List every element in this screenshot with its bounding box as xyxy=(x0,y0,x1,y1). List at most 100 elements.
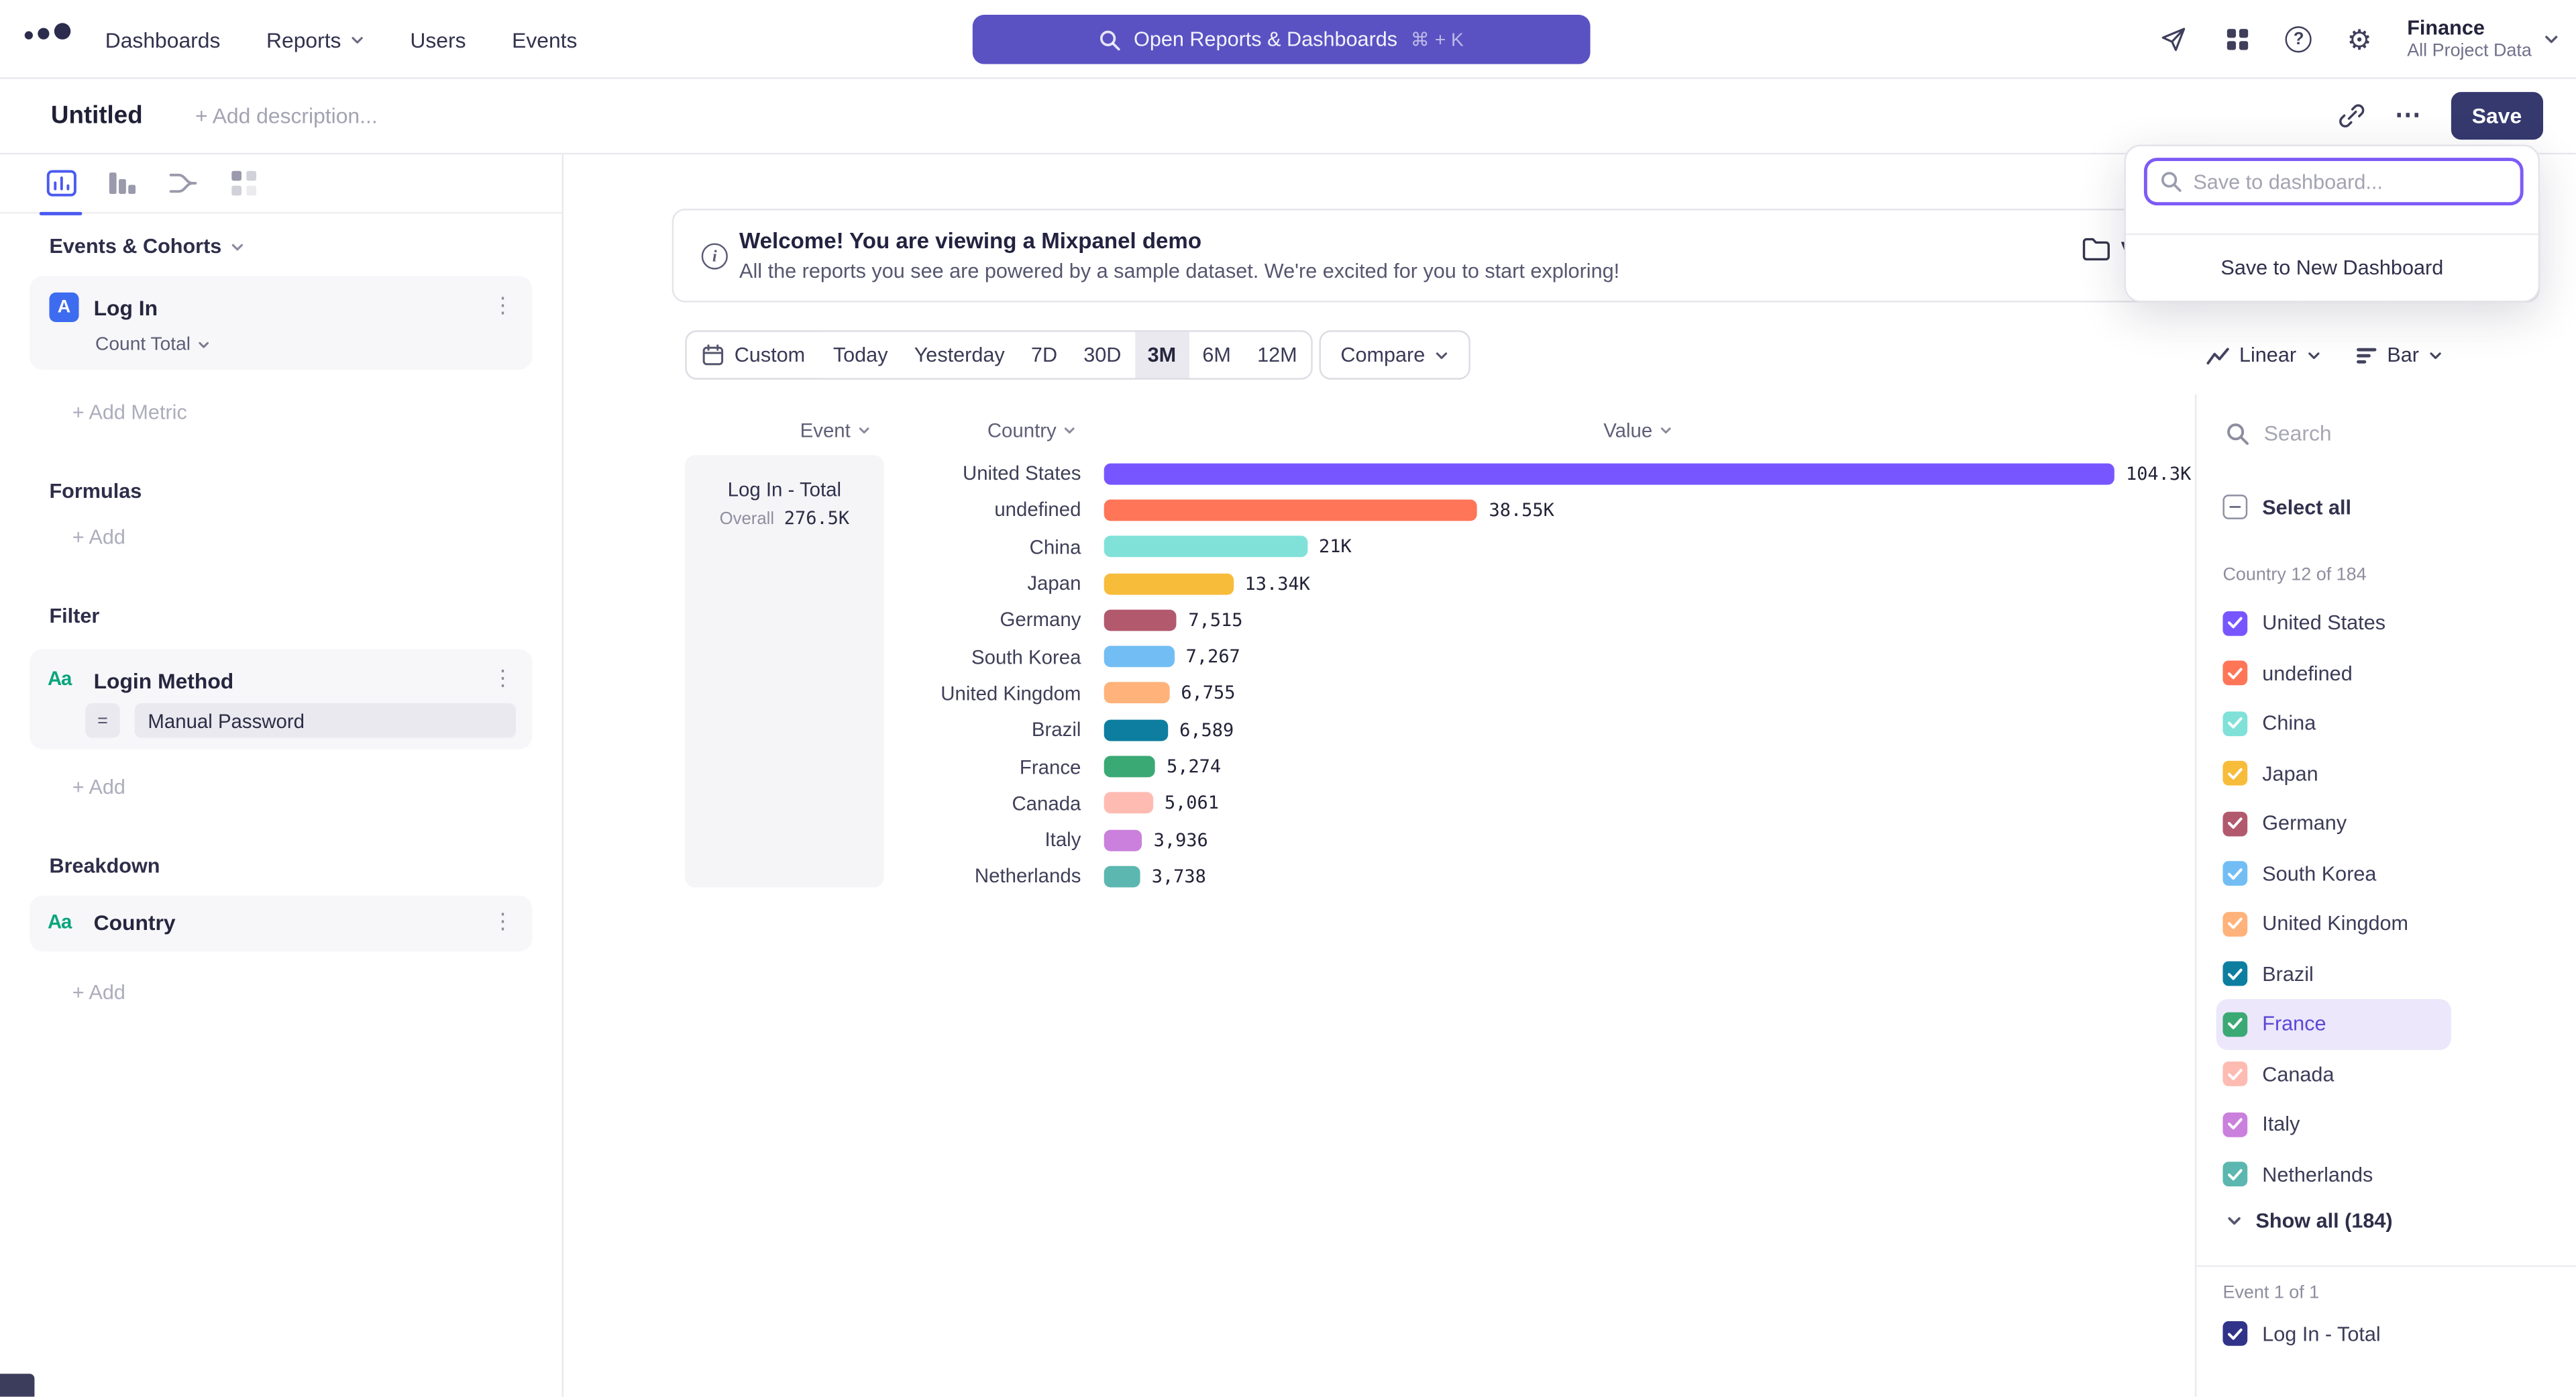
checkbox[interactable] xyxy=(2222,1162,2247,1187)
add-description-field[interactable]: + Add description... xyxy=(195,103,378,128)
report-title[interactable]: Untitled xyxy=(51,102,143,130)
project-selector[interactable]: Finance All Project Data xyxy=(2407,16,2559,62)
checkbox[interactable] xyxy=(2222,1112,2247,1137)
legend-item-united-states[interactable]: United States xyxy=(2196,598,2576,648)
legend-item-log-in-total[interactable]: Log In - Total xyxy=(2222,1321,2380,1346)
legend-item-netherlands[interactable]: Netherlands xyxy=(2196,1149,2576,1200)
legend-item-undefined[interactable]: undefined xyxy=(2196,648,2576,698)
save-button[interactable]: Save xyxy=(2451,92,2543,140)
range-yesterday[interactable]: Yesterday xyxy=(901,332,1018,378)
mixpanel-logo-icon[interactable] xyxy=(25,23,71,39)
bar[interactable] xyxy=(1104,536,1307,558)
kebab-menu-icon[interactable]: ⋮ xyxy=(488,907,517,937)
range-12m[interactable]: 12M xyxy=(1244,332,1310,378)
legend-item-france[interactable]: France xyxy=(2216,999,2451,1049)
bar[interactable] xyxy=(1104,573,1234,594)
more-options-icon[interactable]: ⋯ xyxy=(2395,103,2421,129)
legend-item-south-korea[interactable]: South Korea xyxy=(2196,849,2576,899)
nav-item-dashboards[interactable]: Dashboards xyxy=(105,27,221,52)
apps-grid-icon[interactable] xyxy=(2221,23,2254,56)
checkbox[interactable] xyxy=(2222,711,2247,736)
nav-item-users[interactable]: Users xyxy=(410,27,466,52)
info-icon: i xyxy=(702,243,728,269)
kebab-menu-icon[interactable]: ⋮ xyxy=(488,291,517,320)
tab-funnels[interactable] xyxy=(105,167,138,200)
checkbox[interactable] xyxy=(2222,1062,2247,1087)
legend-search-input[interactable]: Search xyxy=(2226,421,2331,446)
events-section-label[interactable]: Events & Cohorts xyxy=(49,235,244,258)
checkbox[interactable] xyxy=(2222,1321,2247,1346)
folder-icon xyxy=(2082,237,2111,262)
show-all-button[interactable]: Show all (184) xyxy=(2226,1209,2392,1232)
checkbox[interactable] xyxy=(2222,761,2247,786)
legend-item-united-kingdom[interactable]: United Kingdom xyxy=(2196,899,2576,949)
compare-button[interactable]: Compare xyxy=(1320,330,1471,379)
add-filter-button[interactable]: + Add xyxy=(72,776,125,798)
open-reports-search[interactable]: Open Reports & Dashboards ⌘ + K xyxy=(973,15,1591,64)
add-formula-button[interactable]: + Add xyxy=(72,526,125,549)
filter-value[interactable]: Manual Password xyxy=(135,703,516,737)
range-6m[interactable]: 6M xyxy=(1189,332,1244,378)
scale-selector[interactable]: Linear xyxy=(2206,330,2321,379)
checkbox[interactable] xyxy=(2222,661,2247,686)
add-metric-button[interactable]: + Add Metric xyxy=(72,401,187,424)
bar[interactable] xyxy=(1104,646,1175,668)
event-column-header[interactable]: Event xyxy=(800,419,871,442)
add-breakdown-button[interactable]: + Add xyxy=(72,981,125,1004)
copy-link-icon[interactable] xyxy=(2337,102,2365,130)
gear-icon[interactable]: ⚙ xyxy=(2343,23,2376,56)
select-all-row[interactable]: Select all xyxy=(2222,495,2351,519)
checkbox[interactable] xyxy=(2222,862,2247,886)
range-7d[interactable]: 7D xyxy=(1018,332,1070,378)
bottom-left-widget[interactable] xyxy=(0,1374,34,1396)
aggregation-dropdown[interactable]: Count Total xyxy=(95,335,210,355)
bar[interactable] xyxy=(1104,719,1168,741)
nav-item-events[interactable]: Events xyxy=(512,27,577,52)
chart-type-selector[interactable]: Bar xyxy=(2356,330,2444,379)
legend-item-china[interactable]: China xyxy=(2196,698,2576,749)
bar[interactable] xyxy=(1104,792,1153,814)
breakdown-card[interactable]: Aa Country ⋮ xyxy=(30,896,532,951)
bar-track: 6,755 xyxy=(1104,682,2182,704)
bar[interactable] xyxy=(1104,609,1177,631)
range-today[interactable]: Today xyxy=(820,332,901,378)
bar[interactable] xyxy=(1104,756,1155,778)
tab-flows[interactable] xyxy=(166,167,199,200)
checkbox[interactable] xyxy=(2222,811,2247,836)
legend-item-japan[interactable]: Japan xyxy=(2196,749,2576,799)
legend-item-brazil[interactable]: Brazil xyxy=(2196,949,2576,999)
kebab-menu-icon[interactable]: ⋮ xyxy=(488,664,517,693)
tab-insights[interactable] xyxy=(44,167,77,200)
bar[interactable] xyxy=(1104,682,1169,704)
legend-item-italy[interactable]: Italy xyxy=(2196,1099,2576,1149)
event-summary-cell[interactable]: Log In - Total Overall 276.5K xyxy=(685,455,883,887)
legend-label: Japan xyxy=(2262,762,2318,785)
bar[interactable] xyxy=(1104,463,2114,484)
checkbox[interactable] xyxy=(2222,1012,2247,1037)
range-3m[interactable]: 3M xyxy=(1134,332,1189,378)
legend-label: United Kingdom xyxy=(2262,913,2408,935)
check-icon xyxy=(2228,817,2243,831)
event-card[interactable]: A Log In ⋮ Count Total xyxy=(30,276,532,370)
nav-item-reports[interactable]: Reports xyxy=(266,27,364,52)
range-30d[interactable]: 30D xyxy=(1071,332,1134,378)
save-to-dashboard-input[interactable]: Save to dashboard... xyxy=(2144,158,2524,205)
bar[interactable] xyxy=(1104,829,1142,851)
checkbox[interactable] xyxy=(2222,962,2247,986)
value-column-header[interactable]: Value xyxy=(1603,419,1672,442)
checkbox[interactable] xyxy=(2222,611,2247,635)
legend-item-canada[interactable]: Canada xyxy=(2196,1049,2576,1100)
help-icon[interactable]: ? xyxy=(2286,26,2312,52)
select-all-checkbox[interactable] xyxy=(2222,495,2247,519)
legend-item-germany[interactable]: Germany xyxy=(2196,798,2576,849)
bar[interactable] xyxy=(1104,866,1140,887)
filter-operator[interactable]: = xyxy=(85,703,119,737)
tab-retention[interactable] xyxy=(227,167,260,200)
bar[interactable] xyxy=(1104,499,1478,521)
filter-card[interactable]: Aa Login Method ⋮ = Manual Password xyxy=(30,649,532,749)
send-icon[interactable] xyxy=(2157,23,2190,56)
custom-range-button[interactable]: Custom xyxy=(687,332,820,378)
checkbox[interactable] xyxy=(2222,912,2247,937)
country-column-header[interactable]: Country xyxy=(987,419,1076,442)
save-to-new-dashboard-item[interactable]: Save to New Dashboard xyxy=(2126,235,2538,301)
